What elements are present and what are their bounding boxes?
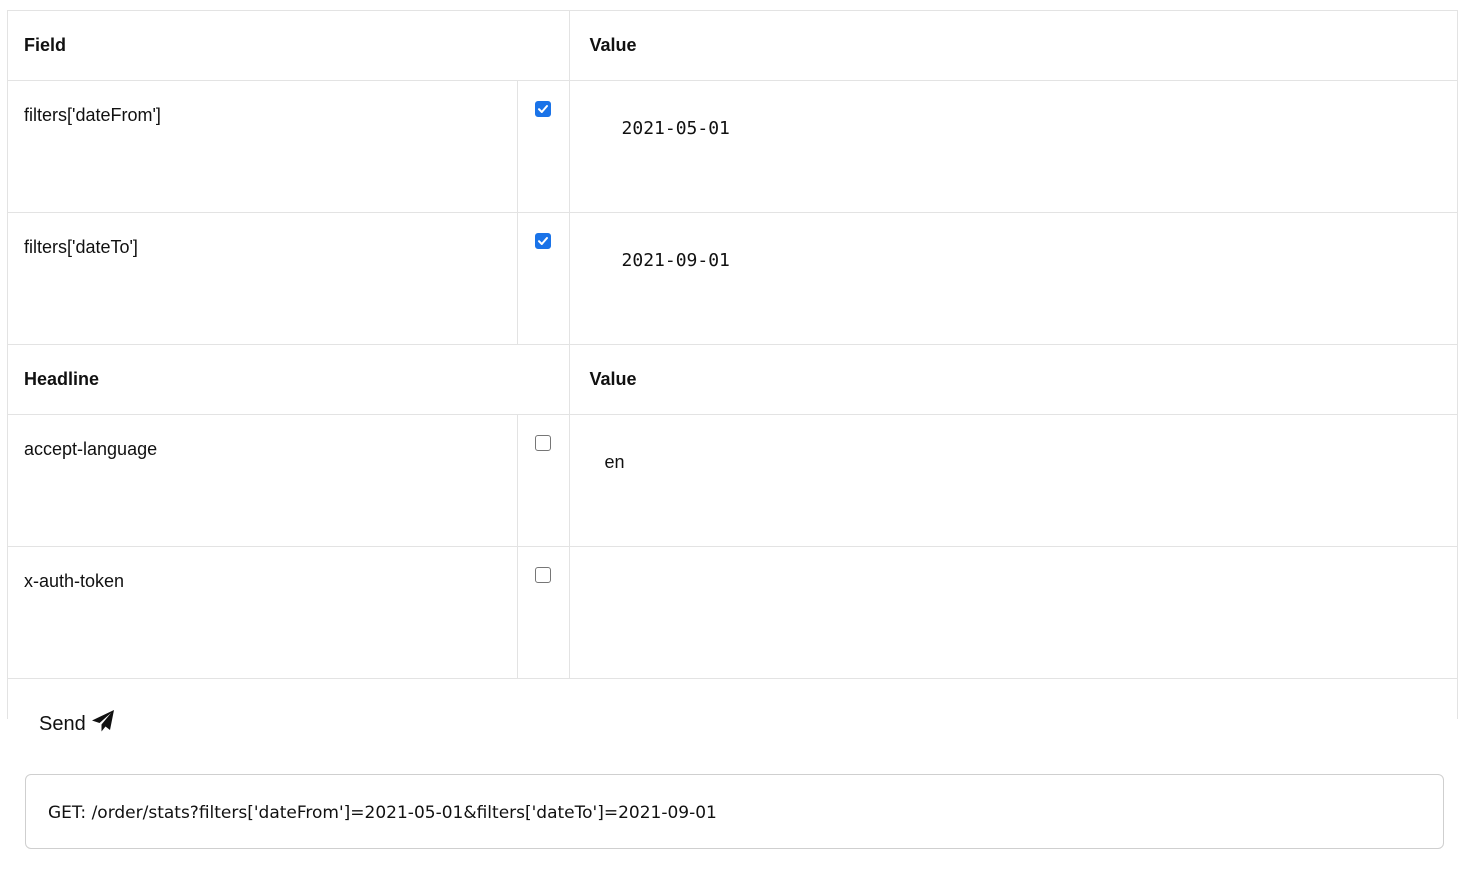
field-value-input[interactable]: 2021-09-01 xyxy=(568,212,1457,345)
field-value-input[interactable]: 2021-05-01 xyxy=(568,80,1457,213)
header-value-input[interactable] xyxy=(568,546,1457,679)
field-row-date-to: filters['dateTo'] 2021-09-01 xyxy=(8,212,1457,345)
header-value-input[interactable]: en xyxy=(568,414,1457,547)
params-table: Field Value filters['dateFrom'] 2021-05-… xyxy=(8,11,1457,679)
headers-header-name: Headline xyxy=(8,344,570,415)
fields-header-name: Field xyxy=(8,11,570,81)
header-name: x-auth-token xyxy=(8,546,517,679)
request-preview: GET: /order/stats?filters['dateFrom']=20… xyxy=(25,774,1444,849)
header-row-accept-language: accept-language en xyxy=(8,414,1457,547)
field-enabled-checkbox[interactable] xyxy=(535,101,551,117)
fields-header-value: Value xyxy=(568,11,1457,81)
field-name: filters['dateFrom'] xyxy=(8,80,517,213)
footer: Send GET: /order/stats?filters['dateFrom… xyxy=(8,679,1457,879)
field-row-date-from: filters['dateFrom'] 2021-05-01 xyxy=(8,80,1457,213)
headers-header-value: Value xyxy=(568,344,1457,415)
send-button[interactable]: Send xyxy=(39,709,115,739)
header-enabled-checkbox[interactable] xyxy=(535,567,551,583)
field-enabled-checkbox[interactable] xyxy=(535,233,551,249)
request-panel: Field Value filters['dateFrom'] 2021-05-… xyxy=(7,10,1458,849)
fields-header-row: Field Value xyxy=(8,11,1457,81)
headers-header-row: Headline Value xyxy=(8,344,1457,415)
field-name: filters['dateTo'] xyxy=(8,212,517,345)
header-enabled-checkbox[interactable] xyxy=(535,435,551,451)
header-row-x-auth-token: x-auth-token xyxy=(8,546,1457,679)
header-name: accept-language xyxy=(8,414,517,547)
send-label: Send xyxy=(39,712,86,735)
paper-plane-icon xyxy=(91,709,115,739)
